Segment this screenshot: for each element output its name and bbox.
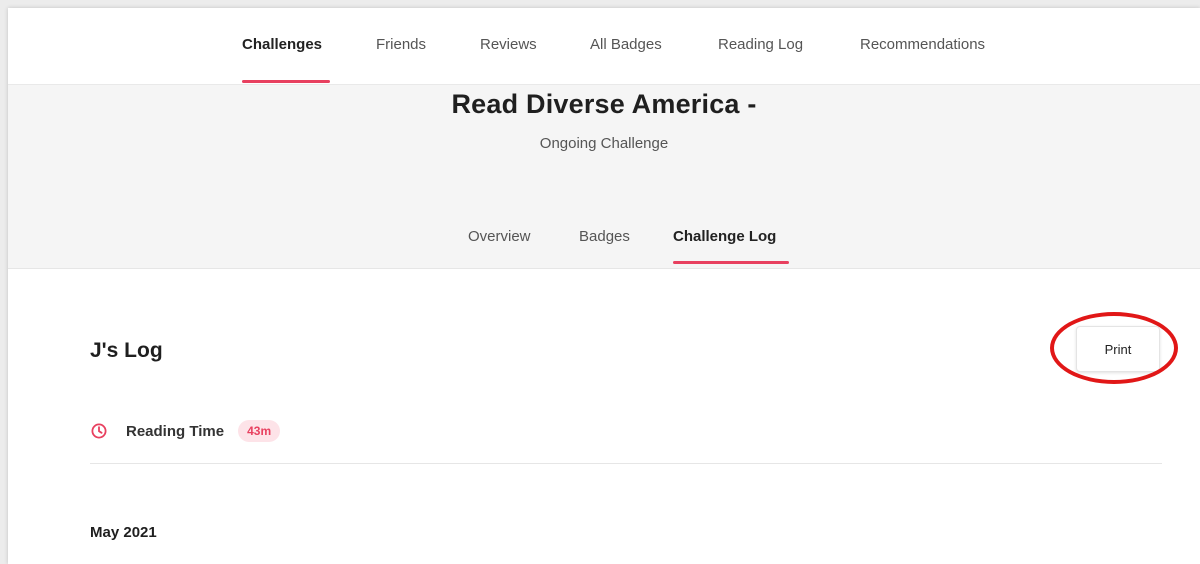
nav-friends[interactable]: Friends — [376, 36, 426, 53]
nav-recommendations[interactable]: Recommendations — [860, 36, 985, 53]
nav-reviews[interactable]: Reviews — [480, 36, 537, 53]
tab-active-indicator — [673, 261, 789, 264]
nav-active-indicator — [242, 80, 330, 83]
nav-all-badges[interactable]: All Badges — [590, 36, 662, 53]
clock-icon — [90, 422, 108, 440]
nav-challenges[interactable]: Challenges — [242, 36, 322, 53]
nav-reading-log[interactable]: Reading Log — [718, 36, 803, 53]
challenge-title: Read Diverse America - — [451, 89, 757, 119]
month-heading: May 2021 — [90, 524, 157, 541]
tab-badges[interactable]: Badges — [579, 228, 630, 245]
divider — [90, 463, 1162, 464]
challenge-header: Read Diverse America - Ongoing Challenge… — [8, 85, 1200, 269]
top-navigation: Challenges Friends Reviews All Badges Re… — [8, 8, 1200, 85]
reading-time-row: Reading Time 43m — [90, 419, 281, 443]
page: Challenges Friends Reviews All Badges Re… — [8, 8, 1200, 564]
reading-time-badge: 43m — [238, 420, 281, 442]
challenge-subtitle: Ongoing Challenge — [539, 135, 669, 152]
tab-challenge-log[interactable]: Challenge Log — [673, 228, 776, 245]
reading-time-label: Reading Time — [126, 422, 225, 440]
log-title: J's Log — [90, 339, 163, 362]
tab-overview[interactable]: Overview — [468, 228, 531, 245]
print-button[interactable]: Print — [1076, 326, 1160, 372]
challenge-log-content: J's Log Print Reading Time 43m May 2021 — [8, 269, 1200, 564]
